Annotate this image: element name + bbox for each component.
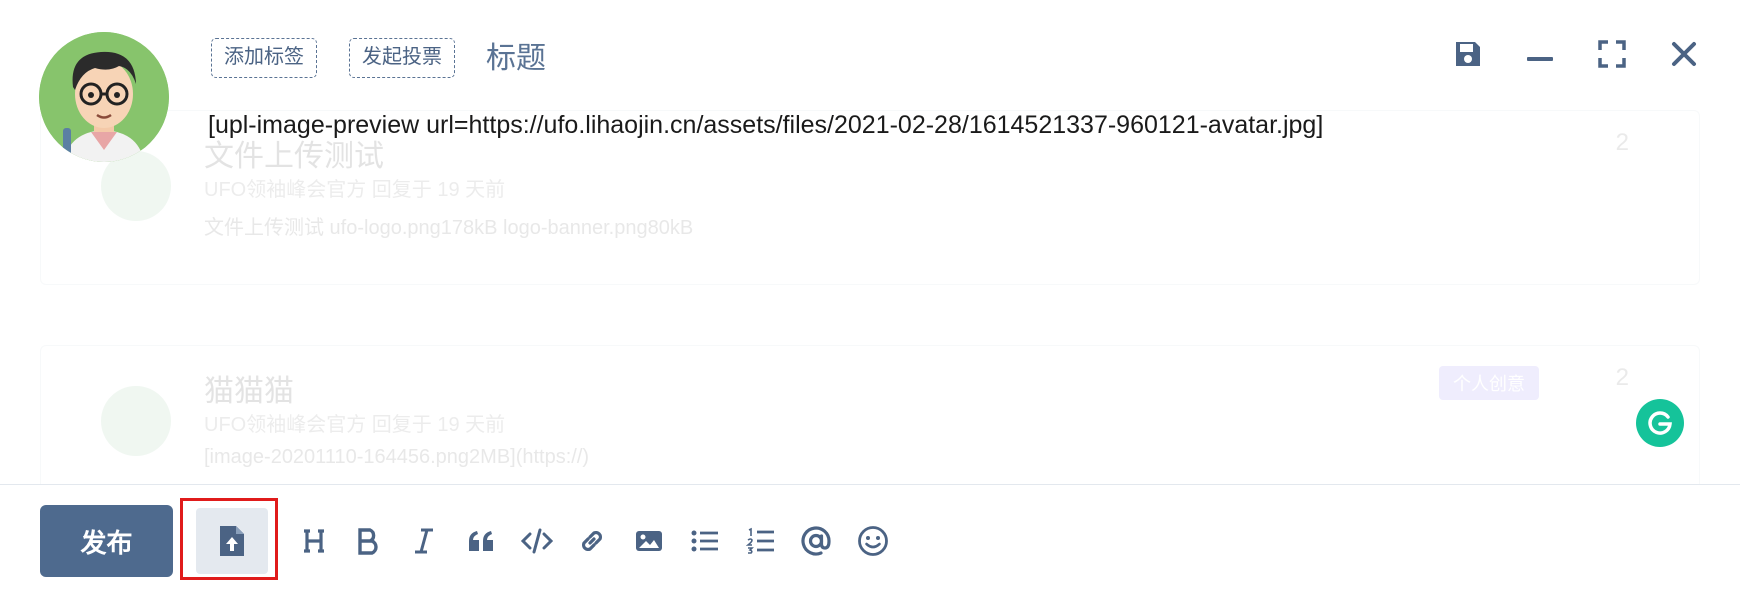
- title-input[interactable]: [486, 36, 1186, 82]
- file-upload-button[interactable]: [196, 508, 268, 574]
- image-button[interactable]: [631, 523, 667, 559]
- heading-icon: [304, 529, 324, 553]
- user-avatar: [39, 32, 169, 162]
- quote-button[interactable]: [463, 523, 499, 559]
- add-tag-button[interactable]: 添加标签: [211, 38, 317, 78]
- bullet-list-icon: [691, 530, 718, 552]
- post-body-editor[interactable]: [upl-image-preview url=https://ufo.lihao…: [208, 108, 1688, 142]
- fullscreen-button[interactable]: [1594, 36, 1630, 72]
- bold-button[interactable]: [351, 523, 387, 559]
- publish-button[interactable]: 发布: [40, 505, 173, 577]
- fullscreen-icon: [1598, 40, 1626, 68]
- code-icon: [521, 528, 553, 554]
- file-upload-icon: [220, 526, 244, 556]
- quote-icon: [469, 531, 493, 551]
- minimize-button[interactable]: [1522, 36, 1558, 72]
- mention-icon: [801, 526, 831, 556]
- numbered-list-icon: [746, 527, 774, 554]
- mention-button[interactable]: [798, 523, 834, 559]
- link-button[interactable]: [574, 523, 610, 559]
- start-vote-button[interactable]: 发起投票: [349, 38, 455, 78]
- composer-toolbar: 发布: [0, 484, 1740, 590]
- emoji-icon: [858, 526, 888, 556]
- avatar-illustration: [39, 32, 169, 162]
- italic-button[interactable]: [406, 523, 442, 559]
- save-icon: [1456, 42, 1480, 66]
- link-icon: [581, 530, 603, 552]
- bullet-list-button[interactable]: [687, 523, 723, 559]
- close-button[interactable]: [1666, 36, 1702, 72]
- heading-button[interactable]: [296, 523, 332, 559]
- code-button[interactable]: [519, 523, 555, 559]
- save-draft-button[interactable]: [1450, 36, 1486, 72]
- italic-icon: [415, 528, 433, 554]
- image-icon: [636, 531, 662, 551]
- close-icon: [1672, 42, 1696, 66]
- minimize-icon: [1527, 57, 1553, 61]
- bold-icon: [358, 528, 378, 555]
- grammarly-icon: [1648, 411, 1672, 435]
- emoji-button[interactable]: [855, 523, 891, 559]
- grammarly-button[interactable]: [1636, 399, 1684, 447]
- discussion-composer: 添加标签 发起投票 [upl-image-preview url=https:/…: [0, 0, 1740, 590]
- numbered-list-button[interactable]: [743, 523, 779, 559]
- file-upload-highlight: [180, 498, 278, 580]
